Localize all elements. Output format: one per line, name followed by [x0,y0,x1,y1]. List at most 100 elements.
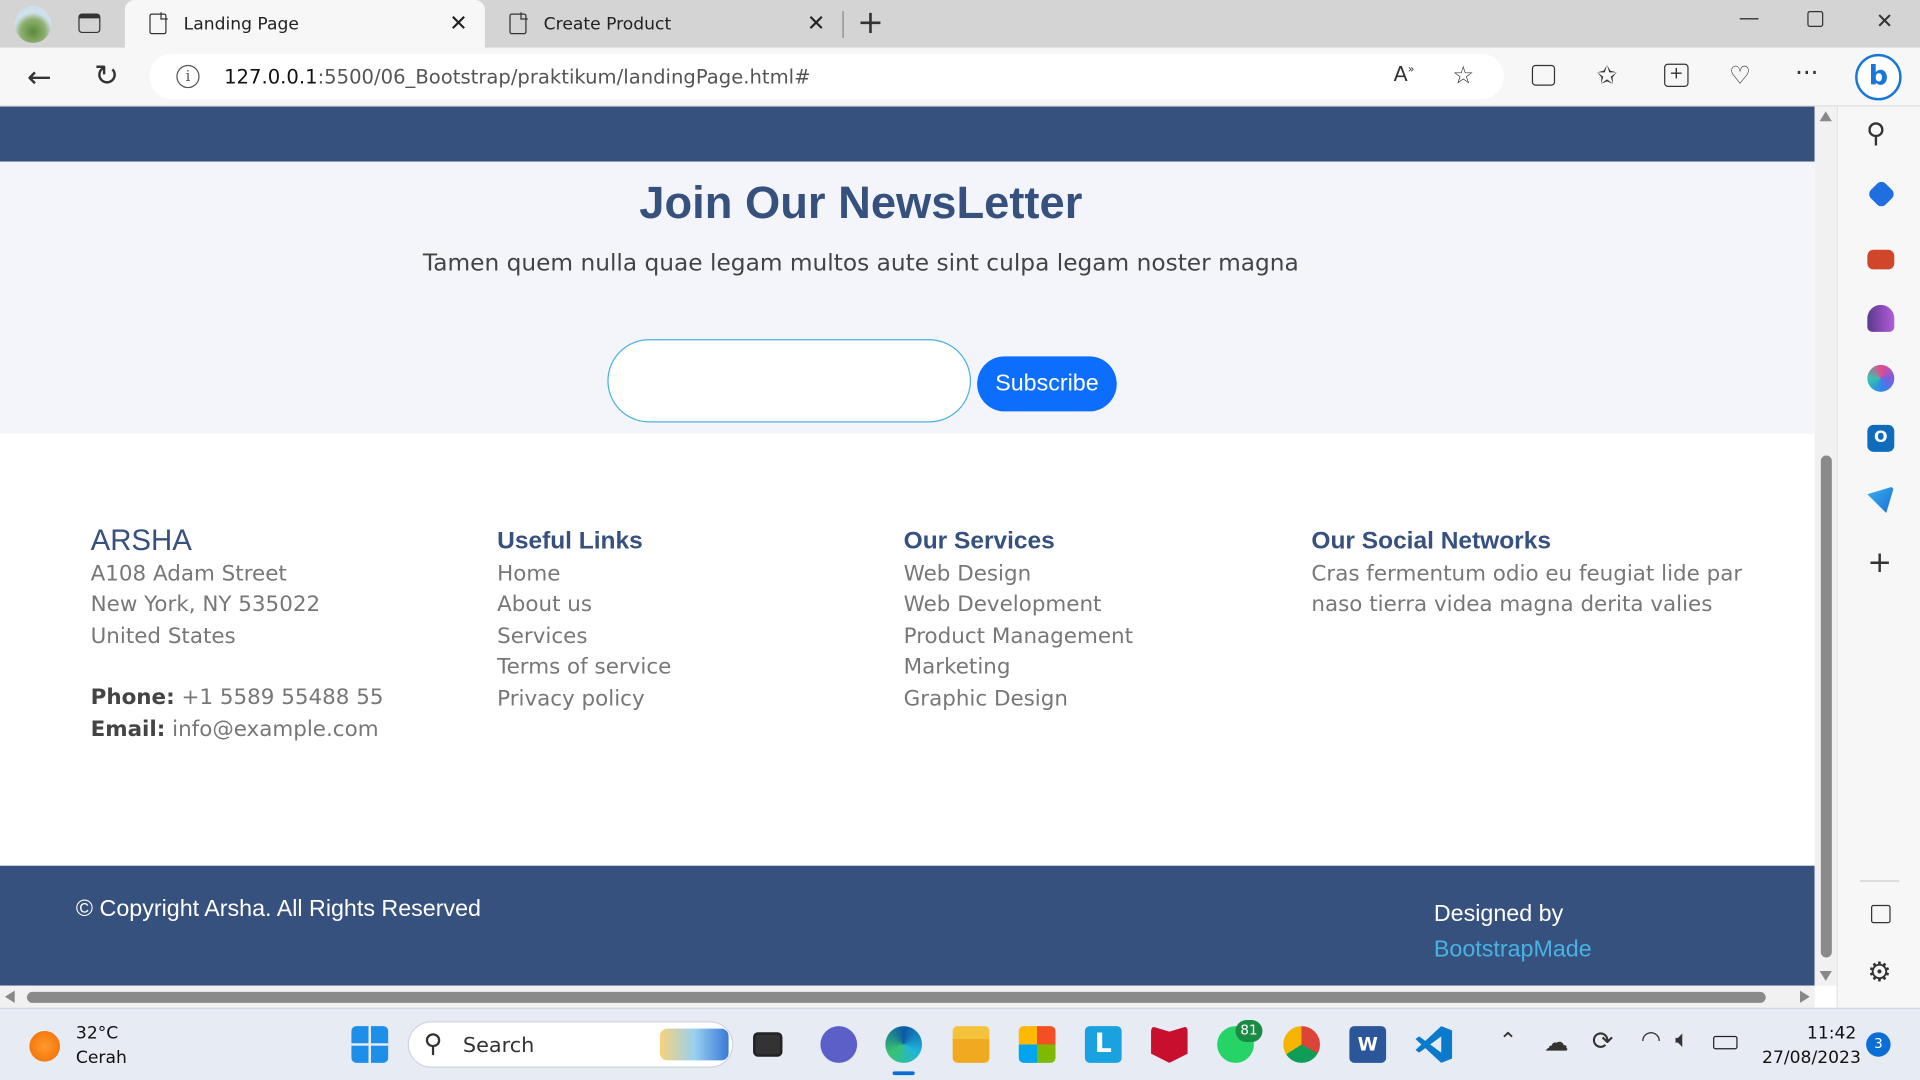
system-clock[interactable]: 11:42 27/08/2023 [1762,1021,1861,1070]
footer-link-privacy[interactable]: Privacy policy [497,684,671,715]
split-screen-icon[interactable] [1531,64,1556,86]
refresh-icon[interactable]: ↻ [94,61,119,90]
close-window-icon[interactable]: ✕ [1876,10,1893,34]
games-icon[interactable] [1867,304,1895,332]
service-link[interactable]: Web Design [904,559,1133,590]
whatsapp-badge: 81 [1235,1020,1263,1043]
service-link[interactable]: Marketing [904,653,1133,684]
newsletter-email-input[interactable] [607,339,972,423]
file-explorer-icon[interactable] [952,1026,990,1063]
footer-link-about[interactable]: About us [497,590,671,621]
newsletter-section: Join Our NewsLetter Tamen quem nulla qua… [0,161,1815,434]
footer-services: Our Services Web Design Web Development … [904,527,1133,716]
show-hidden-icons[interactable]: ⌃ [1499,1030,1517,1053]
microsoft-store-icon[interactable] [1018,1026,1056,1063]
site-info-icon[interactable]: i [176,64,200,89]
bootstrapmade-link[interactable]: BootstrapMade [1434,932,1592,968]
scroll-down-icon[interactable] [1819,971,1832,981]
back-icon[interactable]: ← [27,62,52,91]
word-icon[interactable]: W [1349,1026,1387,1063]
address-line: New York, NY 535022 [90,592,321,618]
scroll-up-icon[interactable] [1819,111,1832,122]
url-field[interactable]: i 127.0.0.1:5500/06_Bootstrap/praktikum/… [149,53,1504,100]
email-line: Email: info@example.com [91,714,384,745]
social-title: Our Social Networks [1311,527,1551,555]
edge-browser-icon[interactable] [885,1026,923,1063]
social-text: Cras fermentum odio eu feugiat lide par [1311,561,1743,586]
address-line: A108 Adam Street [90,561,287,586]
search-highlight-icon [660,1028,729,1061]
browser-essentials-icon[interactable]: ♡ [1729,62,1751,86]
teams-chat-icon[interactable] [820,1026,858,1063]
footer-brand: ARSHA [90,524,192,558]
footer-link-home[interactable]: Home [497,559,671,590]
sync-icon[interactable]: ⟳ [1592,1028,1614,1055]
settings-gear-icon[interactable]: ⚙ [1867,959,1891,987]
service-link[interactable]: Product Management [904,621,1133,652]
volume-icon[interactable]: 🔈︎ [1675,1028,1689,1052]
horizontal-scrollbar[interactable] [0,985,1815,1008]
page-icon [509,12,528,35]
outlook-icon[interactable]: O [1867,424,1895,452]
horizontal-scroll-thumb[interactable] [26,991,1766,1003]
tab-landing-page[interactable]: Landing Page ✕ [124,0,485,48]
subscribe-button[interactable]: Subscribe [977,356,1117,412]
battery-icon[interactable] [1713,1035,1738,1050]
vertical-scrollbar[interactable] [1814,106,1837,986]
favorites-icon[interactable]: ✩ [1597,62,1618,86]
newsletter-title: Join Our NewsLetter [639,177,1083,228]
notification-badge[interactable]: 3 [1866,1032,1891,1057]
vertical-scroll-thumb[interactable] [1820,455,1832,958]
phone-line: Phone: +1 5589 55488 55 [91,683,384,714]
read-aloud-icon[interactable]: A» [1393,64,1414,86]
bing-copilot-icon[interactable]: b [1855,53,1902,101]
l-app-icon[interactable]: L [1084,1026,1122,1063]
close-tab-icon[interactable]: ✕ [449,11,467,37]
copyright-text: © Copyright Arsha. All Rights Reserved [75,896,481,923]
search-icon: ⚲ [423,1028,443,1058]
collections-icon[interactable]: + [1664,63,1689,87]
weather-desc: Cerah [75,1048,127,1068]
weather-widget[interactable]: 32°C Cerah [29,1021,127,1070]
mcafee-icon[interactable] [1151,1026,1188,1063]
useful-links-title: Useful Links [497,527,643,555]
minimize-icon[interactable]: — [1739,6,1760,30]
address-bar-row: ← ↻ i 127.0.0.1:5500/06_Bootstrap/prakti… [0,47,1920,107]
add-sidebar-item-icon[interactable]: + [1867,547,1892,576]
scroll-left-icon[interactable] [4,990,15,1003]
tools-icon[interactable] [1867,249,1895,270]
footer-link-services[interactable]: Services [497,621,671,652]
tab-create-product[interactable]: Create Product ✕ [485,0,843,48]
microsoft365-icon[interactable] [1867,364,1895,392]
designed-by-label: Designed by [1433,901,1564,927]
close-tab-icon[interactable]: ✕ [807,11,825,37]
scroll-right-icon[interactable] [1800,990,1810,1003]
wifi-icon[interactable]: ◠ [1641,1028,1661,1052]
edge-sidebar: ⚲ O + ⚙ [1836,106,1920,1008]
designed-by: Designed by BootstrapMade [1434,896,1592,967]
favorite-star-icon[interactable]: ☆ [1452,62,1474,86]
vscode-icon[interactable] [1415,1026,1453,1063]
web-page-viewport: Join Our NewsLetter Tamen quem nulla qua… [0,106,1815,986]
restore-icon[interactable] [1807,11,1824,27]
browser-tab-bar: Landing Page ✕ Create Product ✕ + — ✕ [0,0,1920,48]
onedrive-icon[interactable]: ☁ [1544,1030,1568,1054]
footer-contact: ARSHA A108 Adam Street New York, NY 5350… [91,525,384,745]
start-windows-icon[interactable] [351,1026,389,1063]
send-icon[interactable] [1867,486,1895,514]
hide-sidebar-icon[interactable] [1871,904,1891,924]
chrome-icon[interactable] [1283,1026,1320,1063]
footer-link-terms[interactable]: Terms of service [497,653,671,684]
service-link[interactable]: Web Development [904,590,1133,621]
new-tab-icon[interactable]: + [857,5,884,42]
search-icon[interactable]: ⚲ [1866,121,1886,148]
profile-avatar[interactable] [14,6,52,43]
windows-taskbar: 32°C Cerah ⚲ Search L 81 W ⌃ ☁ ⟳ ◠ 🔈︎ 11… [0,1007,1920,1080]
taskbar-search[interactable]: ⚲ Search [407,1021,734,1068]
tab-actions-icon[interactable] [78,13,101,34]
task-view-icon[interactable] [753,1032,783,1057]
url-host: 127.0.0.1 [224,64,318,89]
more-options-icon[interactable]: ··· [1795,60,1818,84]
shopping-tag-icon[interactable] [1866,179,1897,209]
service-link[interactable]: Graphic Design [904,684,1133,715]
